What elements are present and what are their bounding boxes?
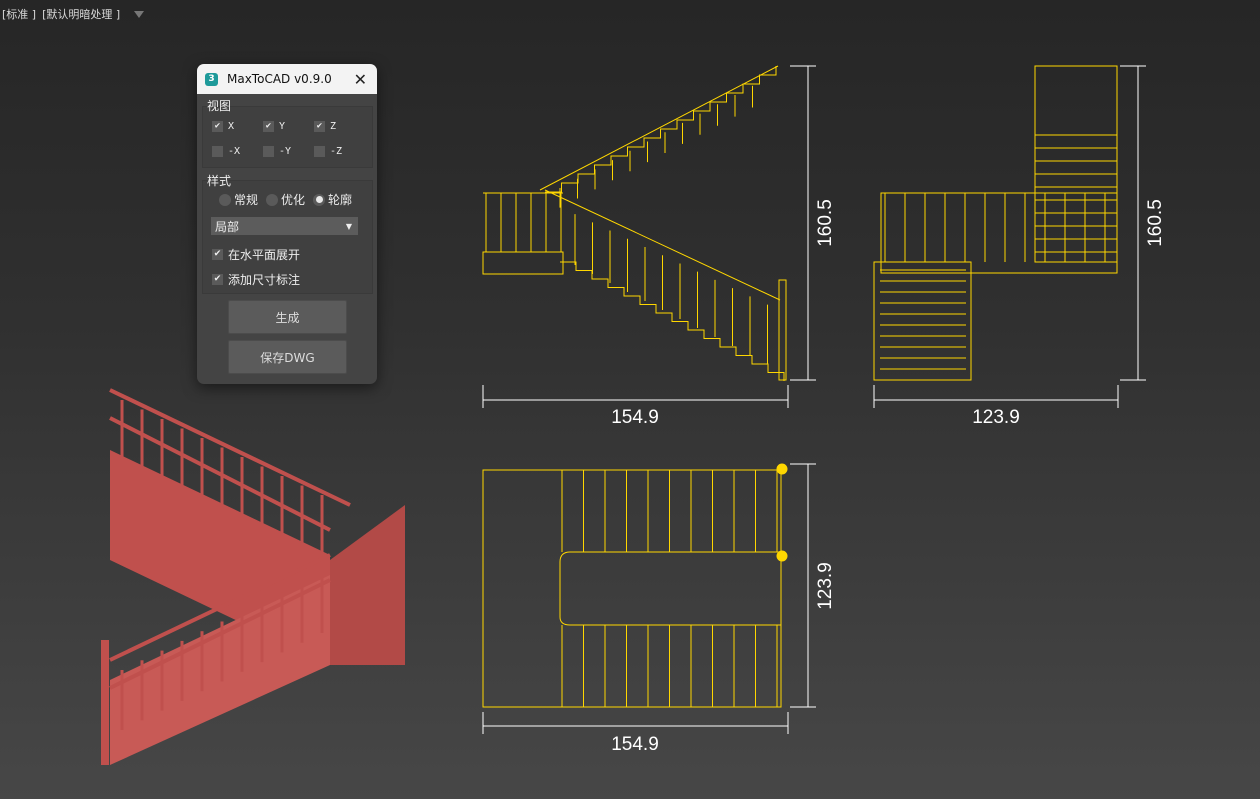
view-neg-x-checkbox[interactable]: -X bbox=[212, 146, 240, 157]
style-normal-radio[interactable]: 常规 bbox=[219, 191, 258, 208]
close-icon[interactable]: ✕ bbox=[354, 70, 367, 89]
style-outline-radio[interactable]: 轮廓 bbox=[313, 191, 352, 208]
dialog-titlebar[interactable]: 3 MaxToCAD v0.9.0 ✕ bbox=[197, 64, 377, 94]
view-neg-z-checkbox[interactable]: -Z bbox=[314, 146, 342, 157]
add-dimensions-checkbox[interactable]: ✔ 添加尺寸标注 bbox=[212, 271, 300, 288]
newel-post-3d bbox=[101, 640, 109, 765]
landing bbox=[880, 192, 1118, 274]
inner-rail bbox=[559, 551, 781, 626]
top-view-drawing bbox=[482, 463, 788, 708]
expand-horizontal-checkbox[interactable]: ✔ 在水平面展开 bbox=[212, 246, 300, 263]
style-group-label: 样式 bbox=[207, 174, 232, 188]
side-width-dimension: 154.9 bbox=[611, 407, 659, 428]
lower-flight bbox=[873, 261, 972, 381]
front-width-dimension: 123.9 bbox=[972, 407, 1020, 428]
app-icon: 3 bbox=[205, 72, 218, 86]
view-group bbox=[202, 106, 373, 168]
style-optimized-radio[interactable]: 优化 bbox=[266, 191, 305, 208]
stair-3d-model bbox=[101, 388, 405, 765]
chevron-down-icon: ▼ bbox=[345, 221, 352, 231]
dimension-lines bbox=[482, 65, 1146, 734]
view-neg-y-checkbox[interactable]: -Y bbox=[263, 146, 291, 157]
side-height-dimension: 160.5 bbox=[815, 199, 836, 247]
top-height-dimension: 123.9 bbox=[815, 562, 836, 610]
maxtocad-dialog: 3 MaxToCAD v0.9.0 ✕ 视图 ✔ X ✔ Y ✔ Z -X -Y -Z… bbox=[197, 64, 377, 384]
view-z-checkbox[interactable]: ✔ Z bbox=[314, 121, 336, 132]
newel-marker bbox=[776, 550, 788, 562]
newel-post bbox=[778, 279, 787, 381]
scope-select[interactable]: 局部 ▼ bbox=[211, 217, 358, 235]
newel-marker bbox=[776, 463, 788, 475]
landing-3d bbox=[330, 505, 405, 665]
view-group-label: 视图 bbox=[207, 99, 232, 113]
landing bbox=[482, 251, 564, 275]
generate-button[interactable]: 生成 bbox=[228, 300, 347, 334]
save-dwg-button[interactable]: 保存DWG bbox=[228, 340, 347, 374]
front-view-drawing bbox=[873, 65, 1118, 381]
plan-outline bbox=[482, 469, 782, 708]
upper-handrail bbox=[539, 65, 779, 191]
viewport-scene: 154.9 160.5 123.9 160.5 154.9 123.9 bbox=[101, 65, 1166, 765]
front-height-dimension: 160.5 bbox=[1145, 199, 1166, 247]
view-x-checkbox[interactable]: ✔ X bbox=[212, 121, 234, 132]
dialog-title: MaxToCAD v0.9.0 bbox=[227, 72, 332, 86]
view-y-checkbox[interactable]: ✔ Y bbox=[263, 121, 285, 132]
top-width-dimension: 154.9 bbox=[611, 734, 659, 755]
side-view-drawing bbox=[482, 65, 787, 381]
